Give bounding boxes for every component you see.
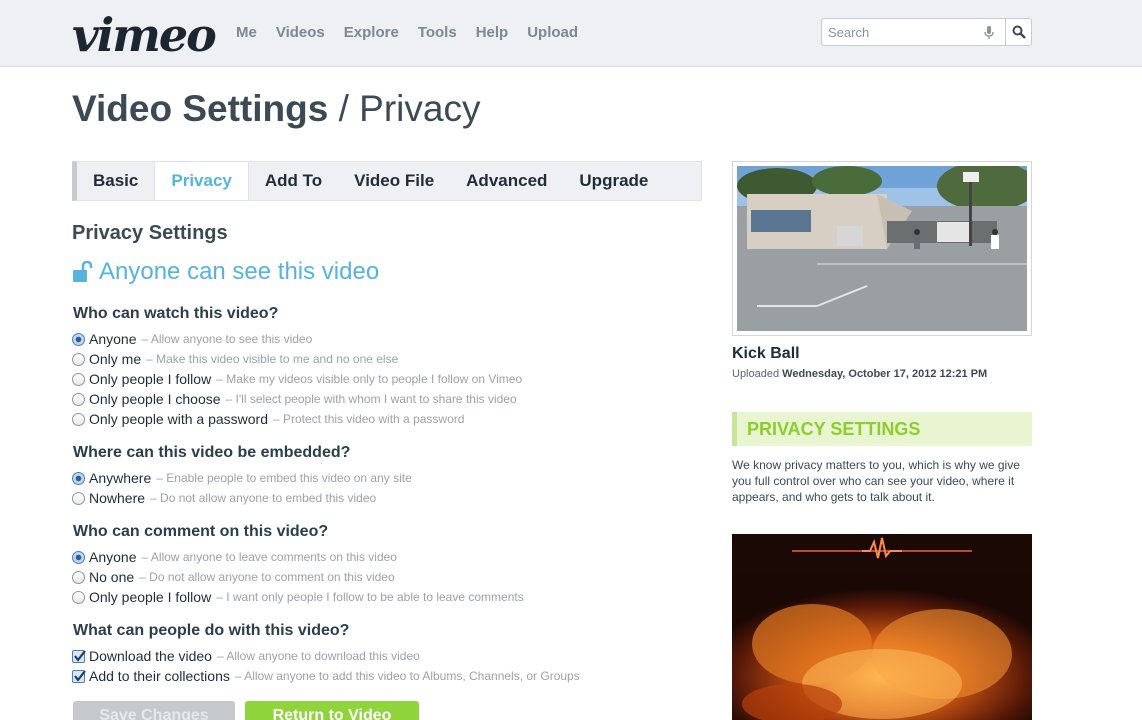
return-to-video-button[interactable]: Return to Video (245, 701, 419, 720)
embed-question: Where can this video be embedded? (73, 444, 351, 461)
video-title[interactable]: Kick Ball (732, 345, 800, 363)
privacy-status: Anyone can see this video (72, 258, 379, 286)
option-description: – Allow anyone to add this video to Albu… (234, 669, 580, 683)
watch-option-anyone[interactable]: Anyone – Allow anyone to see this video (72, 330, 312, 348)
radio-button[interactable] (72, 412, 85, 426)
promo-heading: PRIVACY SETTINGS (732, 412, 1032, 446)
option-label: Anyone (89, 331, 137, 347)
checkmark-icon (74, 669, 86, 682)
page-title: Video Settings / Privacy (72, 88, 480, 130)
main-nav: Me Videos Explore Tools Help Upload (236, 24, 597, 41)
option-description: – Allow anyone to see this video (141, 332, 313, 346)
radio-button[interactable] (72, 372, 85, 386)
page-title-separator: / (338, 88, 349, 129)
radio-button[interactable] (72, 550, 85, 564)
watch-option-people-i-follow[interactable]: Only people I follow – Make my videos vi… (72, 370, 522, 388)
tab-advanced[interactable]: Advanced (450, 162, 563, 200)
radio-button[interactable] (72, 392, 85, 406)
nav-videos[interactable]: Videos (276, 24, 325, 41)
unlocked-lock-icon (72, 260, 94, 283)
upload-prefix: Uploaded (732, 368, 780, 380)
watch-option-only-me[interactable]: Only me – Make this video visible to me … (72, 350, 398, 368)
action-option-collections[interactable]: Add to their collections – Allow anyone … (72, 667, 580, 685)
option-description: – Do not allow anyone to embed this vide… (150, 491, 377, 505)
tab-video-file[interactable]: Video File (338, 162, 450, 200)
video-thumbnail[interactable] (732, 161, 1032, 336)
tab-add-to[interactable]: Add To (249, 162, 338, 200)
option-description: – I want only people I follow to be able… (216, 590, 524, 604)
nav-upload[interactable]: Upload (527, 24, 578, 41)
option-description: – Allow anyone to download this video (216, 649, 420, 663)
option-label: Only people I follow (89, 589, 212, 605)
option-label: Download the video (89, 648, 212, 664)
nav-explore[interactable]: Explore (344, 24, 399, 41)
comment-option-anyone[interactable]: Anyone – Allow anyone to leave comments … (72, 548, 397, 566)
nav-me[interactable]: Me (236, 24, 257, 41)
option-label: Anyone (89, 549, 137, 565)
promo-text: We know privacy matters to you, which is… (732, 458, 1020, 504)
watch-option-people-i-choose[interactable]: Only people I choose – I'll select peopl… (72, 390, 517, 408)
top-header: vimeo Me Videos Explore Tools Help Uploa… (0, 0, 1142, 67)
option-label: Add to their collections (89, 668, 230, 684)
option-description: – Allow anyone to leave comments on this… (141, 550, 397, 564)
embed-option-anywhere[interactable]: Anywhere – Enable people to embed this v… (72, 469, 412, 487)
watch-option-password[interactable]: Only people with a password – Protect th… (72, 410, 464, 428)
tab-basic[interactable]: Basic (77, 162, 154, 200)
checkbox[interactable] (72, 669, 86, 683)
option-description: – Make my videos visible only to people … (216, 372, 523, 386)
video-thumbnail-image (737, 166, 1027, 331)
upload-info: Uploaded Wednesday, October 17, 2012 12:… (732, 368, 987, 380)
search-input[interactable] (822, 24, 972, 40)
watch-question: Who can watch this video? (73, 305, 279, 322)
radio-button[interactable] (72, 590, 85, 604)
promo-video-image[interactable] (732, 534, 1032, 720)
page-title-main: Video Settings (72, 88, 329, 129)
tab-upgrade[interactable]: Upgrade (563, 162, 664, 200)
radio-button[interactable] (72, 352, 85, 366)
radio-button[interactable] (72, 471, 85, 485)
action-option-download[interactable]: Download the video – Allow anyone to dow… (72, 647, 420, 665)
option-label: Nowhere (89, 490, 146, 506)
option-label: No one (89, 569, 135, 585)
comment-option-people-i-follow[interactable]: Only people I follow – I want only peopl… (72, 588, 524, 606)
search-button[interactable] (1005, 19, 1031, 45)
vimeo-logo[interactable]: vimeo (72, 8, 217, 62)
settings-tabs: Basic Privacy Add To Video File Advanced… (72, 161, 702, 201)
option-label: Only me (89, 351, 142, 367)
comment-question: Who can comment on this video? (73, 523, 329, 540)
option-description: – Make this video visible to me and no o… (146, 352, 399, 366)
option-description: – Do not allow anyone to comment on this… (139, 570, 395, 584)
option-label: Only people I choose (89, 391, 221, 407)
nav-tools[interactable]: Tools (418, 24, 457, 41)
radio-button[interactable] (72, 332, 85, 346)
option-description: – Enable people to embed this video on a… (156, 471, 412, 485)
option-description: – I'll select people with whom I want to… (225, 392, 517, 406)
checkmark-icon (74, 649, 86, 662)
option-label: Only people I follow (89, 371, 212, 387)
tab-privacy[interactable]: Privacy (154, 162, 249, 200)
comment-option-no-one[interactable]: No one – Do not allow anyone to comment … (72, 568, 395, 586)
search-box (821, 18, 1032, 46)
checkbox[interactable] (72, 649, 86, 663)
radio-button[interactable] (72, 570, 85, 584)
radio-button[interactable] (72, 491, 85, 505)
privacy-settings-heading: Privacy Settings (72, 222, 228, 244)
save-changes-button[interactable]: Save Changes (73, 701, 235, 720)
microphone-icon[interactable] (982, 25, 996, 41)
actions-question: What can people do with this video? (73, 622, 350, 639)
search-icon (1012, 25, 1026, 39)
nav-help[interactable]: Help (476, 24, 509, 41)
privacy-status-text: Anyone can see this video (99, 258, 380, 285)
page-title-sub: Privacy (359, 88, 481, 129)
option-label: Anywhere (89, 470, 152, 486)
upload-date: Wednesday, October 17, 2012 12:21 PM (782, 368, 988, 380)
option-description: – Protect this video with a password (273, 412, 465, 426)
embed-option-nowhere[interactable]: Nowhere – Do not allow anyone to embed t… (72, 489, 376, 507)
option-label: Only people with a password (89, 411, 268, 427)
